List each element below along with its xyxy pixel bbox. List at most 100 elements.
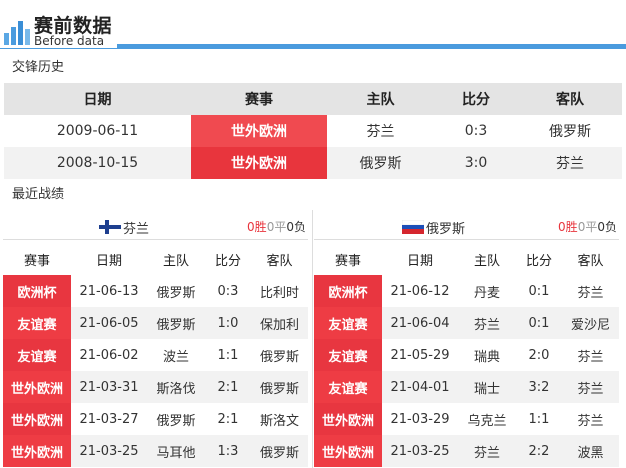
home-team[interactable]: 瑞士 [458,371,516,403]
away-team[interactable]: 俄罗斯 [518,115,622,147]
right-team-header: 俄罗斯 0胜0平0负 [314,210,619,240]
home-team[interactable]: 芬兰 [458,307,516,339]
right-team-name[interactable]: 俄罗斯 [426,218,465,237]
competition-badge[interactable]: 友谊赛 [314,339,382,371]
competition-badge[interactable]: 世外欧洲 [314,403,382,435]
match-score[interactable]: 0:3 [434,115,518,147]
match-date: 21-06-04 [382,307,458,339]
table-row[interactable]: 世外欧洲 21-03-25 马耳他 1:3 俄罗斯 [3,435,308,467]
match-score[interactable]: 3:2 [516,371,562,403]
match-score[interactable]: 1:1 [516,403,562,435]
left-team-name[interactable]: 芬兰 [123,218,149,237]
match-score[interactable]: 1:1 [205,339,251,371]
competition-badge[interactable]: 友谊赛 [314,371,382,403]
away-team[interactable]: 斯洛文 [251,403,308,435]
away-team[interactable]: 波黑 [562,435,619,467]
home-team[interactable]: 乌克兰 [458,403,516,435]
match-date: 21-05-29 [390,347,450,363]
away-team[interactable]: 比利时 [251,275,308,307]
col-score: 比分 [516,243,562,275]
competition-badge[interactable]: 世外欧洲 [3,403,71,435]
away-team[interactable]: 爱沙尼 [562,307,619,339]
match-score[interactable]: 2:0 [516,339,562,371]
home-team[interactable]: 瑞典 [458,339,516,371]
competition-badge[interactable]: 欧洲杯 [3,275,71,307]
table-row[interactable]: 友谊赛 21-06-05 俄罗斯 1:0 保加利 [3,307,308,339]
match-date: 21-03-31 [71,371,147,403]
finland-flag-icon [99,220,121,234]
col-date: 日期 [4,83,191,115]
away-team[interactable]: 芬兰 [562,371,619,403]
recent-header-row: 赛事 日期 主队 比分 客队 [3,243,308,275]
away-team[interactable]: 芬兰 [518,147,622,179]
home-team[interactable]: 芬兰 [458,435,516,467]
match-date: 21-06-12 [390,283,450,299]
competition-badge[interactable]: 友谊赛 [3,339,71,371]
match-score[interactable]: 0:1 [516,307,562,339]
russia-flag-icon [402,220,424,234]
competition-badge[interactable]: 世外欧洲 [3,371,71,403]
home-team[interactable]: 俄罗斯 [327,147,434,179]
table-row[interactable]: 欧洲杯 21-06-13 俄罗斯 0:3 比利时 [3,275,308,307]
col-date: 日期 [382,243,458,275]
competition-badge[interactable]: 友谊赛 [3,307,71,339]
match-score[interactable]: 3:0 [434,147,518,179]
draws-label: 平 [585,220,598,234]
away-team[interactable]: 芬兰 [562,403,619,435]
away-team[interactable]: 俄罗斯 [251,435,308,467]
left-recent-table: 赛事 日期 主队 比分 客队 欧洲杯 21-06-13 俄罗斯 0:3 比利时 友谊赛 2… [3,243,308,467]
page-subtitle: Before data [34,34,105,48]
right-recent-table: 赛事 日期 主队 比分 客队 欧洲杯 21-06-12 丹麦 0:1 芬兰 友谊赛 21-… [314,243,619,467]
away-team[interactable]: 俄罗斯 [251,371,308,403]
table-row[interactable]: 2008-10-15 世外欧洲 俄罗斯 3:0 芬兰 [4,147,622,179]
away-team[interactable]: 芬兰 [562,275,619,307]
wins-count: 0 [247,220,255,234]
table-row[interactable]: 世外欧洲 21-03-31 斯洛伐 2:1 俄罗斯 [3,371,308,403]
home-team[interactable]: 波兰 [147,339,205,371]
match-date: 21-06-02 [79,347,139,363]
match-date: 21-06-13 [79,283,139,299]
away-team[interactable]: 芬兰 [562,339,619,371]
competition-badge[interactable]: 欧洲杯 [314,275,382,307]
col-competition: 赛事 [3,243,71,275]
home-team[interactable]: 丹麦 [458,275,516,307]
home-team[interactable]: 斯洛伐 [147,371,205,403]
table-row[interactable]: 世外欧洲 21-03-25 芬兰 2:2 波黑 [314,435,619,467]
table-row[interactable]: 友谊赛 21-04-01 瑞士 3:2 芬兰 [314,371,619,403]
losses-label: 负 [604,220,617,234]
header: 赛前数据 Before data [0,0,626,52]
competition-badge[interactable]: 世外欧洲 [314,435,382,467]
home-team[interactable]: 芬兰 [327,115,434,147]
away-team[interactable]: 俄罗斯 [251,339,308,371]
col-competition: 赛事 [191,83,327,115]
table-row[interactable]: 友谊赛 21-05-29 瑞典 2:0 芬兰 [314,339,619,371]
match-date: 21-03-27 [79,411,139,427]
competition-badge[interactable]: 世外欧洲 [191,115,327,147]
table-row[interactable]: 欧洲杯 21-06-12 丹麦 0:1 芬兰 [314,275,619,307]
match-score[interactable]: 0:1 [516,275,562,307]
draws-label: 平 [274,220,287,234]
match-score[interactable]: 1:3 [205,435,251,467]
table-row[interactable]: 友谊赛 21-06-02 波兰 1:1 俄罗斯 [3,339,308,371]
match-score[interactable]: 2:2 [516,435,562,467]
wins-label: 胜 [565,220,578,234]
competition-badge[interactable]: 世外欧洲 [3,435,71,467]
match-score[interactable]: 1:0 [205,307,251,339]
home-team[interactable]: 俄罗斯 [147,275,205,307]
col-away: 客队 [562,243,619,275]
col-home: 主队 [147,243,205,275]
table-row[interactable]: 世外欧洲 21-03-27 俄罗斯 2:1 斯洛文 [3,403,308,435]
match-score[interactable]: 0:3 [205,275,251,307]
match-score[interactable]: 2:1 [205,371,251,403]
table-row[interactable]: 2009-06-11 世外欧洲 芬兰 0:3 俄罗斯 [4,115,622,147]
away-team[interactable]: 保加利 [251,307,308,339]
table-row[interactable]: 友谊赛 21-06-04 芬兰 0:1 爱沙尼 [314,307,619,339]
competition-badge[interactable]: 世外欧洲 [191,147,327,179]
home-team[interactable]: 俄罗斯 [147,307,205,339]
competition-badge[interactable]: 友谊赛 [314,307,382,339]
home-team[interactable]: 俄罗斯 [147,403,205,435]
match-score[interactable]: 2:1 [205,403,251,435]
col-score: 比分 [205,243,251,275]
home-team[interactable]: 马耳他 [147,435,205,467]
table-row[interactable]: 世外欧洲 21-03-29 乌克兰 1:1 芬兰 [314,403,619,435]
